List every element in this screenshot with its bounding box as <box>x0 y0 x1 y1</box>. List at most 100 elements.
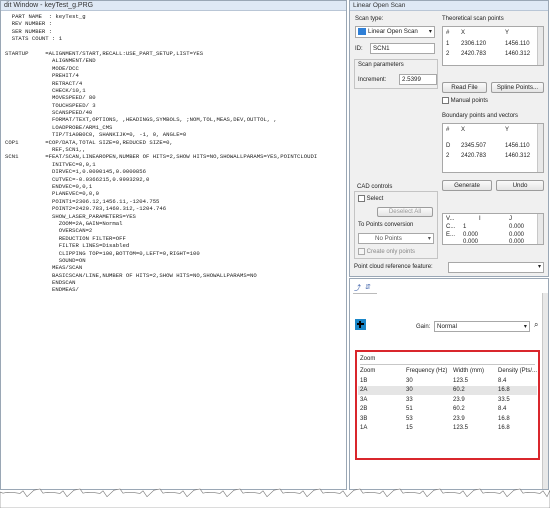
zoom-header-density: Density (Pts/... <box>498 368 538 374</box>
code-line[interactable]: CLIPPING TOP=100,BOTTOM=0,LEFT=0,RIGHT=1… <box>5 250 317 257</box>
scan-type-select[interactable]: Linear Open Scan ▾ <box>355 26 435 38</box>
table-cell: 30 <box>406 378 413 384</box>
code-line[interactable]: ENDMEAS/ <box>5 286 317 293</box>
code-line[interactable]: STARTUP =ALIGNMENT/START,RECALL:USE_PART… <box>5 50 317 57</box>
table-cell: 1456.110 <box>505 143 530 149</box>
generate-button[interactable]: Generate <box>442 180 492 191</box>
code-line[interactable]: SER NUMBER : <box>5 28 317 35</box>
checkbox-icon <box>358 195 365 202</box>
code-line[interactable] <box>5 43 317 50</box>
code-line[interactable]: CUTVEC=-0.0366215,0.9993292,0 <box>5 176 317 183</box>
scrollbar[interactable] <box>537 124 543 172</box>
code-line[interactable]: ZOOM=2A,GAIN=Normal <box>5 220 317 227</box>
code-line[interactable]: MEAS/SCAN <box>5 264 317 271</box>
code-line[interactable]: MOVESPEED/ 80 <box>5 94 317 101</box>
spline-points-button[interactable]: Spline Points... <box>491 82 544 93</box>
code-line[interactable]: PLANEVEC=0,0,0 <box>5 190 317 197</box>
table-cell: 1B <box>360 378 368 384</box>
theoretical-points-table[interactable]: # X Y 1 2306.120 1456.110 2 2420.783 146… <box>442 26 544 66</box>
read-file-button[interactable]: Read File <box>442 82 487 93</box>
scrollbar[interactable] <box>537 27 543 65</box>
code-line[interactable]: POINT2=2420.783,1460.312,-1204.746 <box>5 205 317 212</box>
scan-parameters-label: Scan parameters <box>358 62 404 68</box>
scan-type-label: Scan type: <box>355 16 384 22</box>
point-cloud-select[interactable]: ▾ <box>448 262 544 273</box>
code-line[interactable]: LOADPROBE/ARM1_CMS <box>5 124 317 131</box>
table-cell: 0.000 <box>509 224 525 230</box>
table-cell: 33.5 <box>498 396 510 403</box>
code-line[interactable]: OVERSCAN=2 <box>5 227 317 234</box>
table-cell: 23.9 <box>453 415 465 422</box>
scrollbar[interactable] <box>537 214 543 244</box>
search-icon[interactable]: ⌕ <box>534 320 538 330</box>
code-line[interactable]: REDUCTION FILTER=OFF <box>5 235 317 242</box>
code-line[interactable]: ENDSCAN <box>5 279 317 286</box>
table-cell: C... <box>446 224 456 230</box>
code-line[interactable]: REF,SCN1,, <box>5 146 317 153</box>
code-line[interactable]: MODE/DCC <box>5 65 317 72</box>
zoom-table-row[interactable]: 3B 53 23.9 16.8 <box>358 415 537 424</box>
code-line[interactable]: STATS COUNT : 1 <box>5 35 317 42</box>
filter-tab-icon[interactable]: ⇵ <box>365 283 371 291</box>
deselect-all-button[interactable]: Deselect All <box>377 207 433 217</box>
vectors-table[interactable]: I J V... 1 0.000 C... 0.000 0.000 E... 0… <box>442 213 544 245</box>
code-editor[interactable]: PART NAME : keyTest_g REV NUMBER : SER N… <box>5 13 317 294</box>
boundary-points-table[interactable]: # X Y D 2345.507 1456.110 2 2420.783 146… <box>442 123 544 173</box>
code-line[interactable]: SCANSPEED/40 <box>5 109 317 116</box>
zoom-table-row[interactable]: 2A 30 60.2 16.8 <box>358 386 537 396</box>
panel-title: Linear Open Scan <box>350 1 548 11</box>
code-line[interactable]: COP1 =COP/DATA,TOTAL SIZE=0,REDUCED SIZE… <box>5 139 317 146</box>
probe-tab-icon[interactable]: ⤴ <box>354 283 361 293</box>
code-line[interactable]: INITVEC=0,0,1 <box>5 161 317 168</box>
zoom-table-row[interactable]: 2B 51 60.2 8.4 <box>358 405 537 414</box>
table-cell: 1460.312 <box>505 51 531 57</box>
point-cloud-label: Point cloud reference feature: <box>354 264 433 270</box>
code-line[interactable]: SOUND=ON <box>5 257 317 264</box>
checkbox-icon <box>358 248 365 255</box>
code-line[interactable]: FILTER LINES=Disabled <box>5 242 317 249</box>
code-line[interactable]: DIRVEC=1,0.0000145,0.0000856 <box>5 168 317 175</box>
manual-points-checkbox[interactable]: Manual points <box>442 97 488 104</box>
code-line[interactable]: PART NAME : keyTest_g <box>5 13 317 20</box>
zoom-header-zoom: Zoom <box>360 368 376 374</box>
code-line[interactable]: RETRACT/4 <box>5 80 317 87</box>
code-line[interactable]: ALIGNMENT/END <box>5 57 317 64</box>
table-cell: 2A <box>360 387 368 394</box>
pane-scrollbar[interactable] <box>542 293 548 489</box>
create-only-points-checkbox[interactable]: Create only points <box>358 248 415 255</box>
code-line[interactable]: TOUCHSPEED/ 3 <box>5 102 317 109</box>
increment-label: Increment: <box>358 77 387 83</box>
code-line[interactable]: FORMAT/TEXT,OPTIONS, ,HEADINGS,SYMBOLS, … <box>5 116 317 123</box>
code-line[interactable]: CHECK/10,1 <box>5 87 317 94</box>
code-line[interactable]: SCN1 =FEAT/SCAN,LINEAROPEN,NUMBER OF HIT… <box>5 153 317 160</box>
code-line[interactable]: PREHIT/4 <box>5 72 317 79</box>
table-cell: V... <box>446 216 455 222</box>
to-points-select[interactable]: No Points ▾ <box>358 233 434 244</box>
gain-label: Gain: <box>416 324 431 330</box>
code-line[interactable]: SHOW_LASER_PARAMETERS=YES <box>5 213 317 220</box>
id-input[interactable]: SCN1 <box>370 43 435 54</box>
select-checkbox[interactable]: Select <box>358 195 383 202</box>
code-line[interactable]: BASICSCAN/LINE,NUMBER OF HITS=2,SHOW HIT… <box>5 272 317 279</box>
linear-scan-icon <box>358 27 366 35</box>
code-line[interactable]: POINT1=2306.12,1456.11,-1204.755 <box>5 198 317 205</box>
code-line[interactable]: REV NUMBER : <box>5 20 317 27</box>
edit-window-title: dit Window - keyTest_g.PRG <box>1 1 346 11</box>
zoom-table-highlight: Zoom Zoom Frequency (Hz) Width (mm) Dens… <box>355 350 540 460</box>
add-icon[interactable] <box>355 319 366 330</box>
table-cell: 3B <box>360 415 368 422</box>
gain-select[interactable]: Normal ▾ <box>434 321 530 332</box>
undo-button[interactable]: Undo <box>496 180 544 191</box>
code-line[interactable]: ENDVEC=0,0,1 <box>5 183 317 190</box>
zoom-table-row[interactable]: 3A 33 23.9 33.5 <box>358 396 537 405</box>
vec-header-j: J <box>509 216 512 222</box>
zoom-table-row[interactable]: 1B 30 123.5 8.4 <box>358 377 537 386</box>
zoom-table-row[interactable]: 1A 15 123.5 16.8 <box>358 424 537 433</box>
table-cell: 3A <box>360 396 368 403</box>
torn-edge-decoration <box>0 488 550 508</box>
code-line[interactable]: TIP/T1A0B0C0, SHANKIJK=0, -1, 0, ANGLE=0 <box>5 131 317 138</box>
table-cell: 1A <box>360 425 368 431</box>
increment-input[interactable]: 2.5399 <box>399 74 437 85</box>
table-cell: 8.4 <box>498 406 507 413</box>
table-cell: 123.5 <box>453 378 469 384</box>
